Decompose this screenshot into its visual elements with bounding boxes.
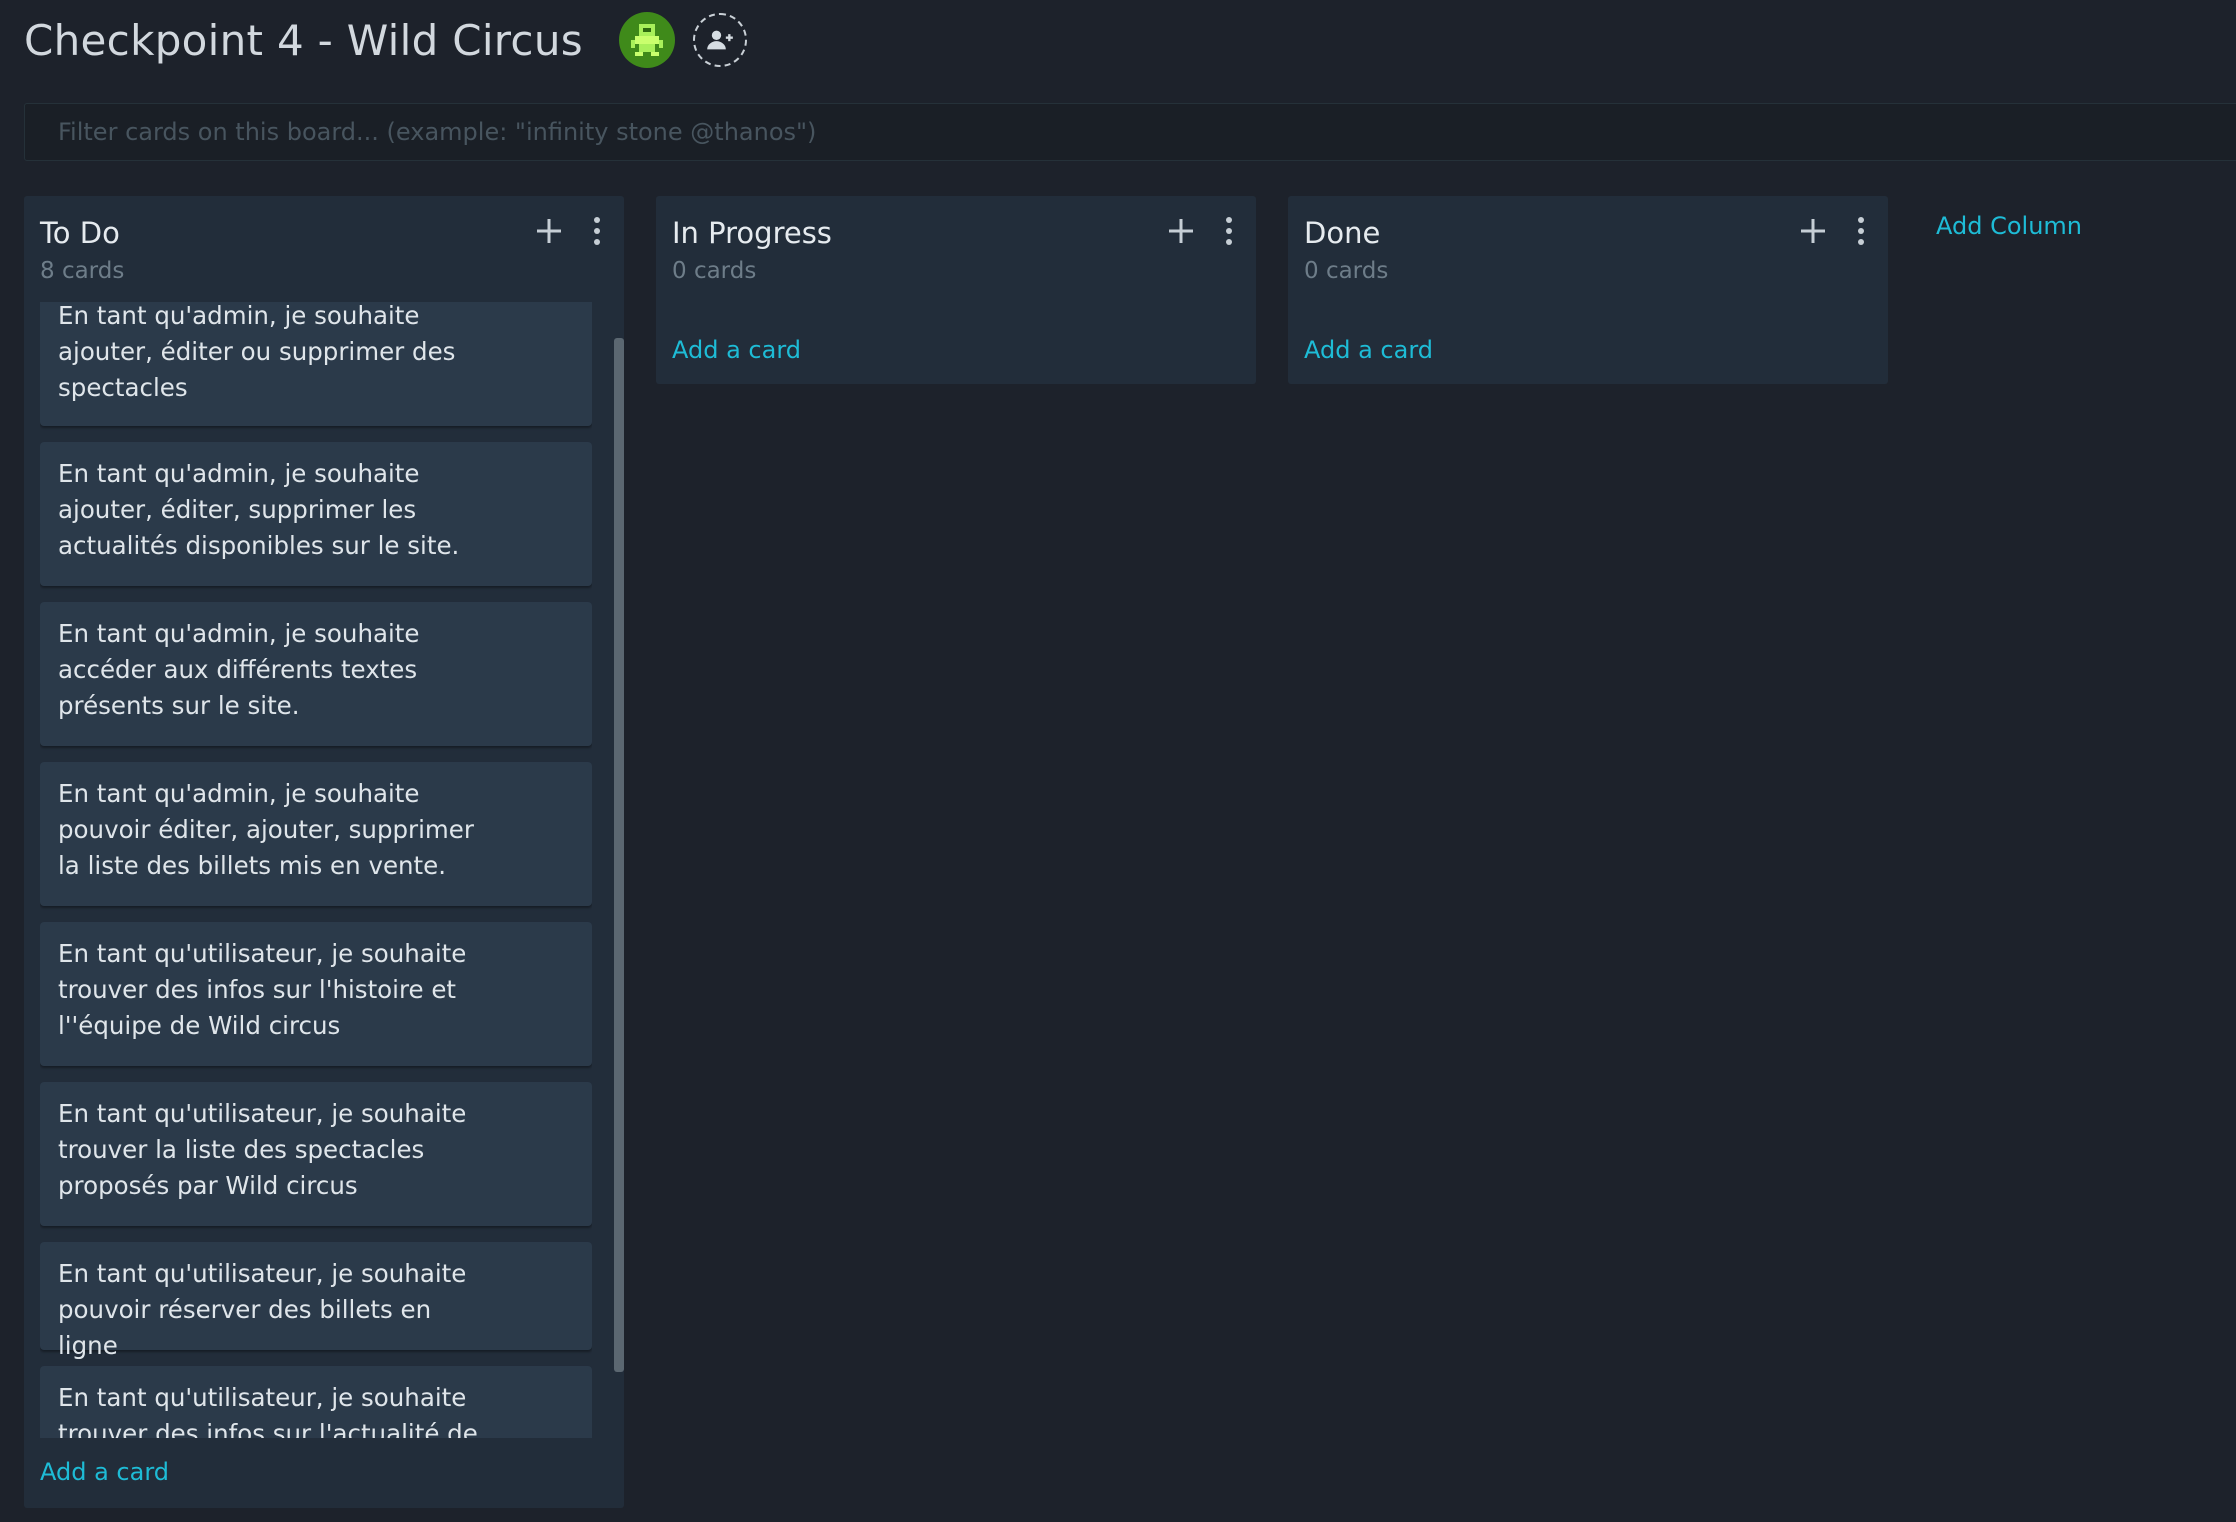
filter-cards-input[interactable] — [24, 103, 2236, 161]
card-text: En tant qu'utilisateur, je souhaite pouv… — [58, 1259, 467, 1360]
card-text: En tant qu'admin, je souhaite accéder au… — [58, 619, 420, 720]
card-text: En tant qu'admin, je souhaite ajouter, é… — [58, 302, 456, 402]
column-title: To Do — [40, 216, 120, 250]
card[interactable]: En tant qu'utilisateur, je souhaite trou… — [40, 1082, 592, 1226]
column-done: Done 0 cards Add a card — [1288, 196, 1888, 384]
add-card-link[interactable]: Add a card — [1288, 336, 1449, 364]
card-text: En tant qu'admin, je souhaite ajouter, é… — [58, 459, 460, 560]
card[interactable]: En tant qu'utilisateur, je souhaite trou… — [40, 1366, 592, 1438]
column-title: Done — [1304, 216, 1381, 250]
column-header: To Do 8 cards — [24, 196, 624, 296]
plus-icon[interactable] — [534, 216, 564, 246]
user-avatar[interactable] — [618, 12, 675, 68]
column-in-progress: In Progress 0 cards Add a card — [656, 196, 1256, 384]
vertical-dots-icon[interactable] — [590, 216, 604, 246]
column-card-count: 0 cards — [672, 258, 757, 284]
column-card-count: 8 cards — [40, 258, 125, 284]
card-text: En tant qu'admin, je souhaite pouvoir éd… — [58, 779, 474, 880]
add-card-link[interactable]: Add a card — [24, 1458, 185, 1486]
card-list-inner: En tant qu'admin, je souhaite ajouter, é… — [40, 302, 592, 1438]
add-member-button[interactable] — [692, 13, 747, 67]
card-text: En tant qu'utilisateur, je souhaite trou… — [58, 939, 467, 1040]
card[interactable]: En tant qu'admin, je souhaite ajouter, é… — [40, 442, 592, 586]
card[interactable]: En tant qu'utilisateur, je souhaite trou… — [40, 922, 592, 1066]
card-list: En tant qu'admin, je souhaite ajouter, é… — [40, 302, 592, 1438]
column-to-do: To Do 8 cards En tant qu'admin, je souha… — [24, 196, 624, 1508]
card[interactable]: En tant qu'utilisateur, je souhaite pouv… — [40, 1242, 592, 1360]
card[interactable]: En tant qu'admin, je souhaite pouvoir éd… — [40, 762, 592, 906]
board-title: Checkpoint 4 - Wild Circus — [24, 15, 583, 65]
board-header: Checkpoint 4 - Wild Circus — [24, 0, 747, 80]
column-header: Done 0 cards — [1288, 196, 1888, 296]
column-title: In Progress — [672, 216, 832, 250]
column-scrollbar[interactable] — [614, 338, 624, 1372]
card-text: En tant qu'utilisateur, je souhaite trou… — [58, 1383, 478, 1438]
card[interactable]: En tant qu'admin, je souhaite accéder au… — [40, 602, 592, 746]
pixel-robot-avatar-icon — [630, 24, 663, 56]
vertical-dots-icon[interactable] — [1854, 216, 1868, 246]
card[interactable]: En tant qu'admin, je souhaite ajouter, é… — [40, 302, 592, 426]
column-header: In Progress 0 cards — [656, 196, 1256, 296]
column-card-count: 0 cards — [1304, 258, 1389, 284]
add-column-button[interactable]: Add Column — [1936, 212, 2082, 240]
card-text: En tant qu'utilisateur, je souhaite trou… — [58, 1099, 467, 1200]
add-user-icon — [707, 30, 733, 50]
plus-icon[interactable] — [1798, 216, 1828, 246]
vertical-dots-icon[interactable] — [1222, 216, 1236, 246]
add-card-link[interactable]: Add a card — [656, 336, 817, 364]
plus-icon[interactable] — [1166, 216, 1196, 246]
